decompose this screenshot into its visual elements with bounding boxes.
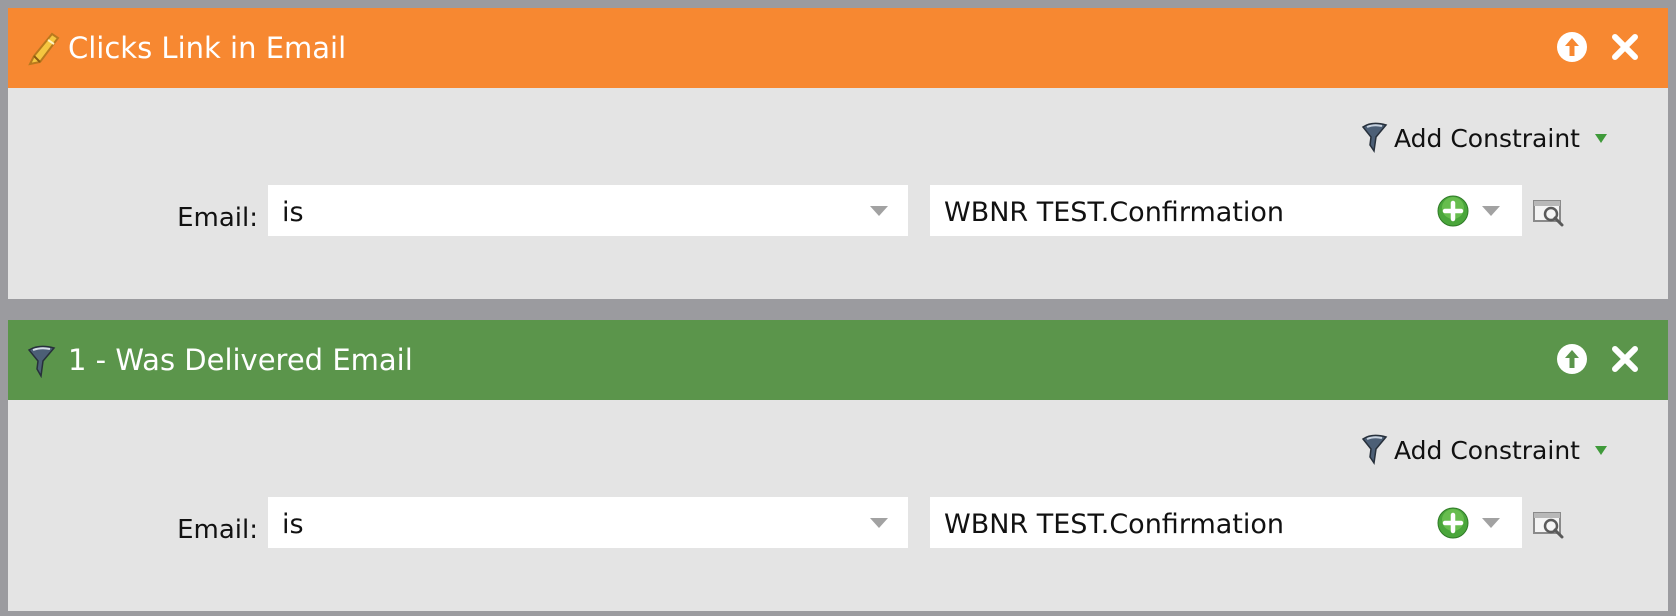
- add-constraint-label: Add Constraint: [1394, 435, 1580, 465]
- chevron-down-icon[interactable]: [870, 518, 888, 528]
- email-field-label: Email:: [177, 203, 258, 233]
- move-up-icon[interactable]: [1556, 31, 1588, 63]
- email-field-label: Email:: [177, 515, 258, 545]
- operator-select[interactable]: is: [268, 497, 908, 548]
- filter-title: 1 - Was Delivered Email: [68, 343, 413, 377]
- filter-card-was-delivered: 1 - Was Delivered Email Add Constraint E…: [8, 320, 1668, 611]
- operator-value: is: [282, 509, 304, 540]
- move-up-icon[interactable]: [1556, 343, 1588, 375]
- email-value-select[interactable]: WBNR TEST.Confirmation: [930, 185, 1522, 236]
- funnel-icon: [1361, 122, 1388, 154]
- add-value-icon[interactable]: [1437, 195, 1469, 227]
- trigger-title: Clicks Link in Email: [68, 31, 347, 65]
- funnel-icon: [27, 345, 56, 378]
- filter-header: 1 - Was Delivered Email: [8, 320, 1668, 400]
- chevron-down-icon[interactable]: [870, 206, 888, 216]
- chevron-down-icon[interactable]: [1594, 444, 1608, 456]
- add-constraint-button[interactable]: Add Constraint: [1360, 120, 1608, 156]
- add-value-icon[interactable]: [1437, 507, 1469, 539]
- lightning-icon: [28, 32, 60, 66]
- add-constraint-label: Add Constraint: [1394, 123, 1580, 153]
- chevron-down-icon[interactable]: [1594, 132, 1608, 144]
- email-value-select[interactable]: WBNR TEST.Confirmation: [930, 497, 1522, 548]
- operator-value: is: [282, 197, 304, 228]
- add-constraint-button[interactable]: Add Constraint: [1360, 432, 1608, 468]
- chevron-down-icon[interactable]: [1482, 518, 1500, 528]
- funnel-icon: [1361, 434, 1388, 466]
- operator-select[interactable]: is: [268, 185, 908, 236]
- chevron-down-icon[interactable]: [1482, 206, 1500, 216]
- lookup-search-icon[interactable]: [1532, 509, 1566, 539]
- trigger-card-clicks-link: Clicks Link in Email Add Constraint Emai…: [8, 8, 1668, 299]
- lookup-search-icon[interactable]: [1532, 197, 1566, 227]
- close-icon[interactable]: [1610, 344, 1640, 374]
- email-value: WBNR TEST.Confirmation: [944, 197, 1285, 228]
- trigger-header: Clicks Link in Email: [8, 8, 1668, 88]
- close-icon[interactable]: [1610, 32, 1640, 62]
- email-value: WBNR TEST.Confirmation: [944, 509, 1285, 540]
